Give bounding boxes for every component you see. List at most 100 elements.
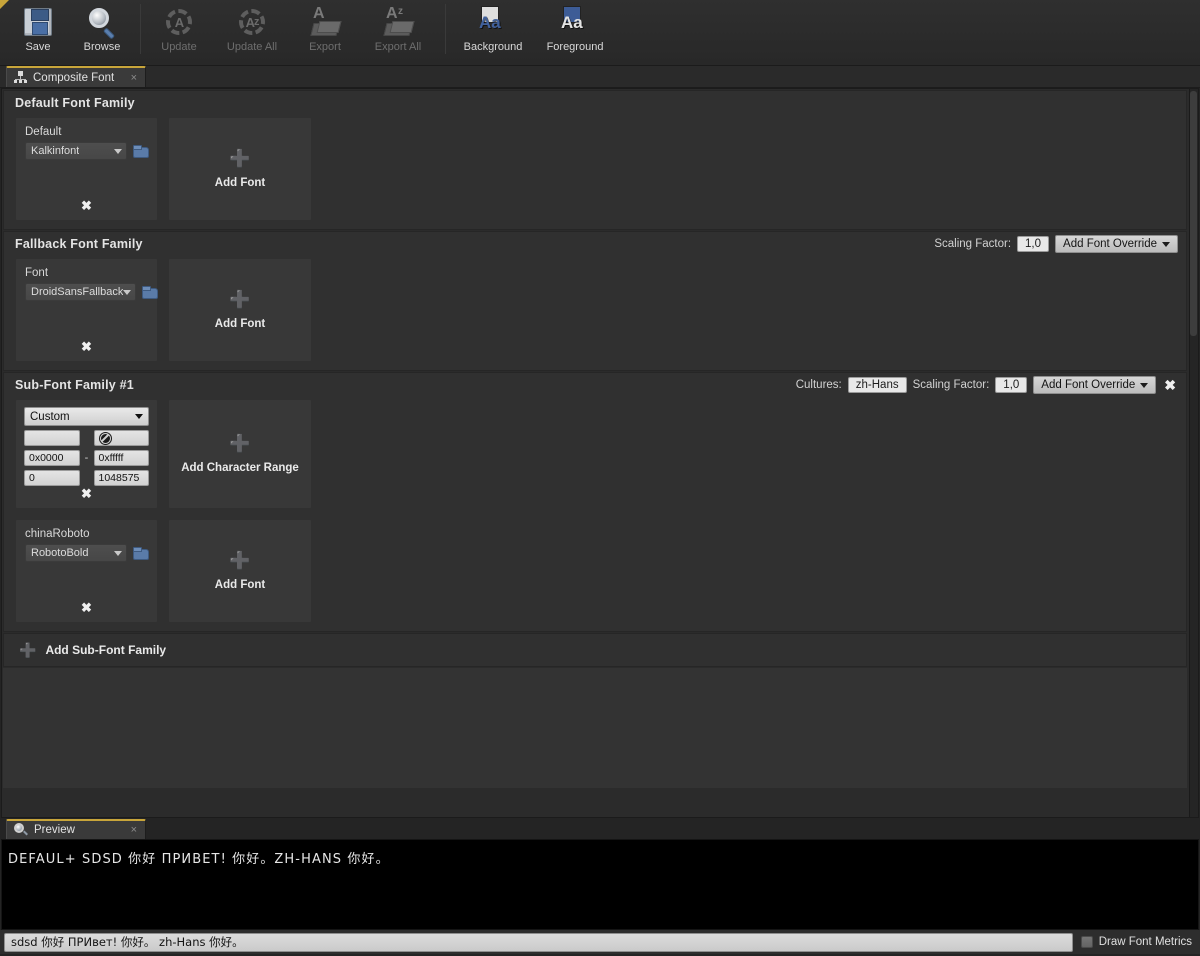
toolbar-button-browse[interactable]: Browse [70, 0, 134, 60]
scaling-factor-input-sub-1[interactable]: 1,0 [995, 377, 1028, 393]
font-card-sub-1: chinaRoboto RobotoBold ✖ [15, 519, 158, 623]
font-card-fallback: Font DroidSansFallback ✖ [15, 258, 159, 362]
range-dec-to-input[interactable]: 1048575 [93, 470, 149, 486]
preview-magnifier-icon [14, 823, 28, 837]
font-card-name-default: Default [25, 126, 62, 138]
add-font-label-fallback: Add Font [214, 317, 266, 330]
toolbar-button-background[interactable]: Aa Background [452, 0, 534, 60]
character-range-preset-select[interactable]: Custom [24, 407, 149, 426]
range-dec-from-input[interactable]: 0 [24, 470, 80, 486]
draw-font-metrics-label: Draw Font Metrics [1098, 936, 1192, 948]
section-header-fallback: Fallback Font Family Scaling Factor: 1,0… [4, 232, 1186, 256]
remove-font-button-sub-1[interactable]: ✖ [16, 600, 157, 616]
folder-open-icon[interactable] [133, 145, 149, 158]
font-card-name-sub-1: chinaRoboto [25, 528, 90, 540]
folder-open-icon[interactable] [142, 286, 159, 299]
tab-preview[interactable]: Preview × [6, 819, 146, 839]
toolbar-button-save[interactable]: Save [6, 0, 70, 60]
toolbar-label-foreground: Foreground [546, 41, 604, 53]
section-title-fallback: Fallback Font Family [15, 237, 143, 251]
scaling-factor-input-fallback[interactable]: 1,0 [1017, 236, 1050, 252]
toolbar-button-update[interactable]: A Update [147, 0, 211, 60]
font-select-fallback[interactable]: DroidSansFallback [25, 283, 137, 301]
toolbar-label-update: Update [161, 41, 197, 53]
range-hex-from-input[interactable]: 0x0000 [24, 450, 80, 466]
plus-icon: ➕ [229, 148, 251, 168]
composite-font-editor: Default Font Family Default Kalkinfont ✖… [1, 88, 1199, 818]
section-title-default: Default Font Family [15, 96, 135, 110]
preview-tab-strip: Preview × [0, 818, 1200, 839]
scaling-factor-label-sub-1: Scaling Factor: [912, 379, 990, 391]
preview-bottom-bar: sdsd 你好 ПРИвет! 你好。 zh-Hans 你好。 Draw Fon… [0, 930, 1200, 954]
sub-1-range-cards: Custom 0x0000 - 0xfffff 0 1048575 ✖ ➕ Ad… [4, 397, 1186, 517]
toolbar-label-export: Export [309, 41, 341, 53]
toolbar-button-foreground[interactable]: Aa Foreground [534, 0, 616, 60]
add-font-override-button-fallback[interactable]: Add Font Override [1055, 235, 1178, 253]
tab-composite-font[interactable]: Composite Font × [6, 66, 146, 87]
remove-character-range-button[interactable]: ✖ [16, 486, 157, 502]
sub-1-font-cards: chinaRoboto RobotoBold ✖ ➕ Add Font [4, 517, 1186, 631]
toolbar-button-export[interactable]: A Export [293, 0, 357, 60]
remove-font-button-default[interactable]: ✖ [16, 198, 157, 214]
range-hex-to-input[interactable]: 0xfffff [93, 450, 149, 466]
font-select-sub-1[interactable]: RobotoBold [25, 544, 127, 562]
character-range-card: Custom 0x0000 - 0xfffff 0 1048575 ✖ [15, 399, 158, 509]
editor-empty-area [3, 668, 1187, 788]
chevron-down-icon [114, 550, 122, 556]
add-character-range-button[interactable]: ➕ Add Character Range [168, 399, 312, 509]
toolbar-label-export-all: Export All [374, 41, 422, 53]
add-font-label-sub-1: Add Font [214, 578, 266, 591]
window-corner-accent [0, 0, 9, 9]
tab-close-icon[interactable]: × [131, 824, 137, 836]
magnifier-icon [82, 5, 122, 40]
font-card-default: Default Kalkinfont ✖ [15, 117, 158, 221]
section-title-sub-1: Sub-Font Family #1 [15, 378, 134, 392]
remove-sub-font-family-button-1[interactable]: ✖ [1162, 378, 1178, 392]
range-from-char-input[interactable] [24, 430, 80, 446]
draw-font-metrics-checkbox[interactable] [1080, 936, 1093, 948]
preview-canvas: DEFAUL+ SDSD 你好 ПРИВЕТ! 你好。ZH-HANS 你好。 [1, 839, 1199, 930]
remove-font-button-fallback[interactable]: ✖ [16, 339, 157, 355]
add-sub-font-family-label: Add Sub-Font Family [45, 643, 167, 657]
fallback-family-cards: Font DroidSansFallback ✖ ➕ Add Font [4, 256, 1186, 370]
add-sub-font-family-button[interactable]: ➕ Add Sub-Font Family [3, 633, 1187, 667]
add-font-override-label-fallback: Add Font Override [1063, 238, 1157, 250]
export-a-icon: A [305, 5, 345, 39]
add-font-override-button-sub-1[interactable]: Add Font Override [1033, 376, 1157, 394]
tab-composite-font-label: Composite Font [33, 71, 115, 84]
toolbar-button-export-all[interactable]: Az Export All [357, 0, 439, 60]
folder-open-icon[interactable] [133, 547, 149, 560]
range-to-char-input[interactable] [93, 430, 149, 446]
toolbar-button-update-all[interactable]: Az Update All [211, 0, 293, 60]
export-az-icon: Az [378, 5, 418, 39]
add-font-button-sub-1[interactable]: ➕ Add Font [168, 519, 312, 623]
font-card-name-fallback: Font [25, 267, 49, 279]
add-font-label-default: Add Font [214, 176, 266, 189]
default-family-cards: Default Kalkinfont ✖ ➕ Add Font [4, 115, 1186, 229]
editor-scrollbar-thumb[interactable] [1190, 91, 1197, 336]
section-header-sub-1: Sub-Font Family #1 Cultures: zh-Hans Sca… [4, 373, 1186, 397]
floppy-disk-icon [18, 5, 58, 39]
scaling-factor-label-fallback: Scaling Factor: [934, 238, 1012, 250]
editor-scrollbar[interactable] [1189, 89, 1198, 817]
preview-text-input[interactable]: sdsd 你好 ПРИвет! 你好。 zh-Hans 你好。 [4, 932, 1073, 952]
plus-icon: ➕ [229, 289, 251, 309]
no-entry-icon [98, 431, 112, 445]
chevron-down-icon [123, 289, 132, 295]
toolbar-label-save: Save [25, 41, 51, 53]
composite-font-icon [14, 71, 27, 84]
document-tab-strip: Composite Font × [0, 66, 1200, 88]
add-character-range-label: Add Character Range [181, 461, 299, 474]
font-select-default[interactable]: Kalkinfont [25, 142, 127, 160]
font-select-value-default: Kalkinfont [31, 145, 80, 157]
refresh-az-icon: Az [232, 5, 272, 39]
draw-font-metrics-toggle[interactable]: Draw Font Metrics [1080, 936, 1196, 948]
cultures-label-sub-1: Cultures: [795, 379, 842, 391]
section-sub-font-family-1: Sub-Font Family #1 Cultures: zh-Hans Sca… [3, 372, 1187, 632]
add-font-button-default[interactable]: ➕ Add Font [168, 117, 312, 221]
toolbar-separator-1 [140, 4, 141, 54]
chevron-down-icon [1140, 382, 1149, 388]
cultures-input-sub-1[interactable]: zh-Hans [847, 377, 907, 393]
tab-close-icon[interactable]: × [131, 72, 137, 84]
add-font-button-fallback[interactable]: ➕ Add Font [168, 258, 312, 362]
